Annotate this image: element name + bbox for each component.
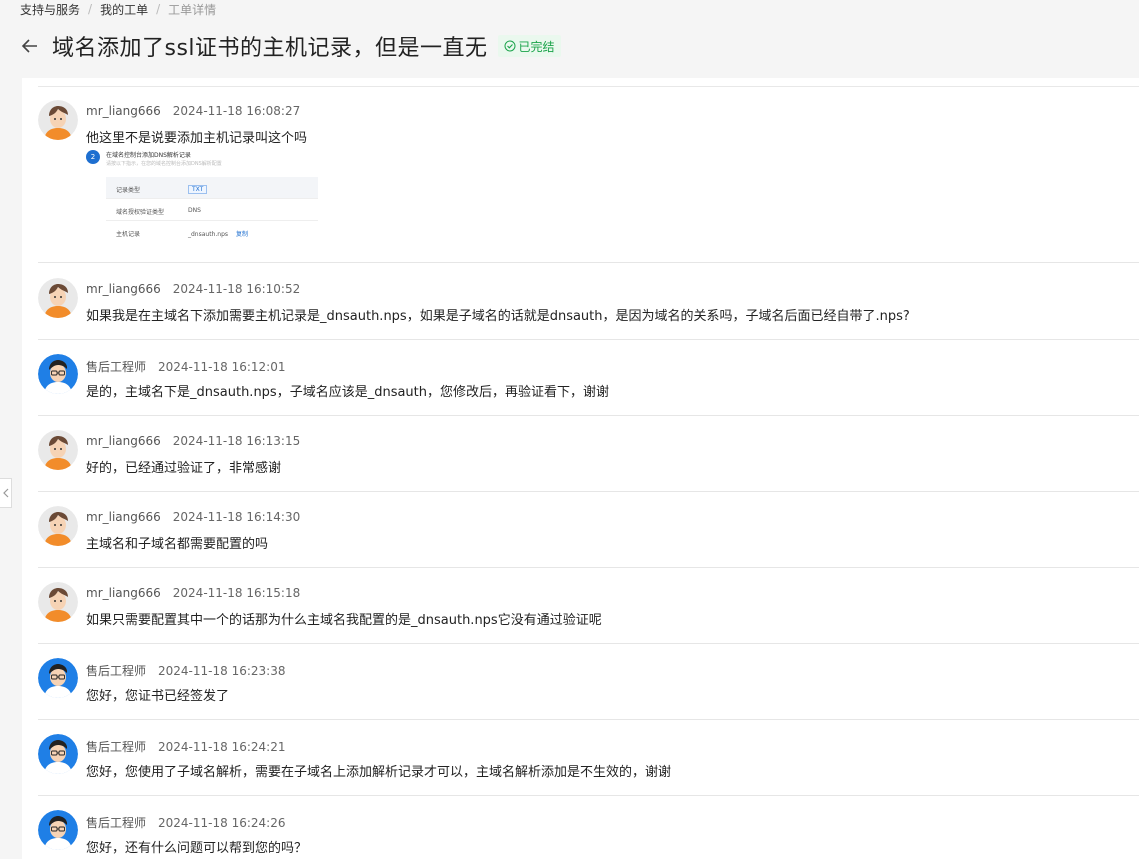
message-author: mr_liang666: [86, 434, 161, 448]
message-author: mr_liang666: [86, 104, 161, 118]
message-text: 您好，您证书已经签发了: [86, 689, 230, 704]
message-text: 您好，您使用了子域名解析，需要在子域名上添加解析记录才可以，主域名解析添加是不生…: [86, 765, 672, 780]
message-meta: mr_liang666 2024-11-18 16:10:52: [86, 282, 300, 296]
page-title: 域名添加了ssl证书的主机记录，但是一直无: [52, 36, 488, 61]
message-text: 如果我是在主域名下添加需要主机记录是_dnsauth.nps，如果是子域名的话就…: [86, 309, 910, 324]
message-text: 他这里不是说要添加主机记录叫这个吗: [86, 131, 308, 146]
message-item: mr_liang666 2024-11-18 16:08:27 他这里不是说要添加…: [38, 100, 1139, 263]
breadcrumb-support[interactable]: 支持与服务: [20, 1, 80, 18]
collapse-handle[interactable]: [0, 478, 12, 508]
message-meta: 售后工程师 2024-11-18 16:24:26: [86, 814, 285, 831]
user-avatar: [38, 506, 78, 546]
engineer-avatar: [38, 734, 78, 774]
row-key: 记录类型: [116, 187, 141, 194]
message-time: 2024-11-18 16:10:52: [172, 282, 301, 296]
user-avatar: [38, 278, 78, 318]
message-text: 您好，还有什么问题可以帮到您的吗？: [86, 841, 308, 856]
message-meta: mr_liang666 2024-11-18 16:15:18: [86, 586, 300, 600]
message-author: 售后工程师: [86, 664, 147, 678]
user-avatar: [38, 100, 78, 140]
message-item: 售后工程师 2024-11-18 16:24:21 您好，您使用了子域名解析，需要…: [38, 734, 1139, 796]
engineer-avatar: [38, 810, 78, 850]
message-author: 售后工程师: [86, 740, 147, 754]
message-meta: mr_liang666 2024-11-18 16:13:15: [86, 434, 300, 448]
message-meta: mr_liang666 2024-11-18 16:08:27: [86, 104, 300, 118]
check-circle-icon: [504, 40, 516, 52]
left-rail: [0, 78, 22, 859]
attachment-row: 域名授权验证类型 DNS: [106, 199, 318, 221]
attachment-image[interactable]: 2 在域名控制台添加DNS解析记录 请按以下指示，在您的域名控制台添加DNS解析…: [86, 146, 318, 242]
row-value: _dnsauth.nps: [188, 231, 229, 238]
conversation-panel: mr_liang666 2024-11-18 16:08:27 他这里不是说要添加…: [22, 78, 1139, 859]
attachment-heading: 在域名控制台添加DNS解析记录: [106, 152, 191, 159]
user-avatar: [38, 582, 78, 622]
divider: [38, 86, 1139, 87]
message-item: mr_liang666 2024-11-18 16:15:18 如果只需要配置其中…: [38, 582, 1139, 644]
attachment-row: 记录类型 TXT: [106, 177, 318, 199]
message-text: 主域名和子域名都需要配置的吗: [86, 537, 269, 552]
message-item: mr_liang666 2024-11-18 16:10:52 如果我是在主域名下…: [38, 278, 1139, 340]
breadcrumb-separator: /: [88, 2, 93, 16]
breadcrumb: 支持与服务 / 我的工单 / 工单详情: [20, 0, 216, 18]
row-value: TXT: [188, 185, 208, 194]
message-time: 2024-11-18 16:24:26: [158, 816, 286, 830]
message-time: 2024-11-18 16:24:21: [158, 740, 286, 754]
message-text: 好的，已经通过验证了，非常感谢: [86, 461, 282, 476]
back-arrow-icon[interactable]: [20, 35, 42, 57]
attachment-row: 主机记录 _dnsauth.nps 复制: [106, 221, 318, 242]
page-header: 域名添加了ssl证书的主机记录，但是一直无 已完结: [20, 30, 561, 62]
message-item: 售后工程师 2024-11-18 16:12:01 是的，主域名下是_dnsaut…: [38, 354, 1139, 416]
breadcrumb-current: 工单详情: [168, 2, 217, 17]
message-time: 2024-11-18 16:23:38: [158, 664, 286, 678]
status-badge: 已完结: [497, 35, 561, 57]
row-key: 域名授权验证类型: [116, 209, 165, 216]
message-meta: 售后工程师 2024-11-18 16:24:21: [86, 738, 285, 755]
message-text: 是的，主域名下是_dnsauth.nps，子域名应该是_dnsauth，您修改后…: [86, 385, 610, 400]
message-text: 如果只需要配置其中一个的话那为什么主域名我配置的是_dnsauth.nps它没有…: [86, 613, 602, 628]
message-time: 2024-11-18 16:08:27: [172, 104, 301, 118]
breadcrumb-my-tickets[interactable]: 我的工单: [100, 1, 148, 18]
chevron-left-icon: [2, 488, 8, 498]
engineer-avatar: [38, 354, 78, 394]
row-value: DNS: [188, 207, 201, 214]
message-author: mr_liang666: [86, 510, 161, 524]
step-number: 2: [86, 150, 100, 164]
attachment-subheading: 请按以下指示，在您的域名控制台添加DNS解析配置: [106, 161, 222, 167]
status-text: 已完结: [518, 39, 555, 54]
message-time: 2024-11-18 16:14:30: [172, 510, 301, 524]
message-item: 售后工程师 2024-11-18 16:23:38 您好，您证书已经签发了: [38, 658, 1139, 720]
message-author: mr_liang666: [86, 586, 161, 600]
message-author: 售后工程师: [86, 816, 147, 830]
message-item: 售后工程师 2024-11-18 16:24:26 您好，还有什么问题可以帮到您的…: [38, 810, 1139, 859]
message-meta: 售后工程师 2024-11-18 16:23:38: [86, 662, 285, 679]
row-key: 主机记录: [116, 231, 141, 238]
message-meta: mr_liang666 2024-11-18 16:14:30: [86, 510, 300, 524]
breadcrumb-separator: /: [156, 2, 161, 16]
message-time: 2024-11-18 16:12:01: [158, 360, 286, 374]
message-item: mr_liang666 2024-11-18 16:14:30 主域名和子域名都需…: [38, 506, 1139, 568]
copy-link: 复制: [236, 231, 249, 238]
message-time: 2024-11-18 16:13:15: [172, 434, 301, 448]
message-item: mr_liang666 2024-11-18 16:13:15 好的，已经通过验证…: [38, 430, 1139, 492]
engineer-avatar: [38, 658, 78, 698]
user-avatar: [38, 430, 78, 470]
message-meta: 售后工程师 2024-11-18 16:12:01: [86, 358, 285, 375]
message-time: 2024-11-18 16:15:18: [172, 586, 301, 600]
message-author: 售后工程师: [86, 360, 147, 374]
message-author: mr_liang666: [86, 282, 161, 296]
